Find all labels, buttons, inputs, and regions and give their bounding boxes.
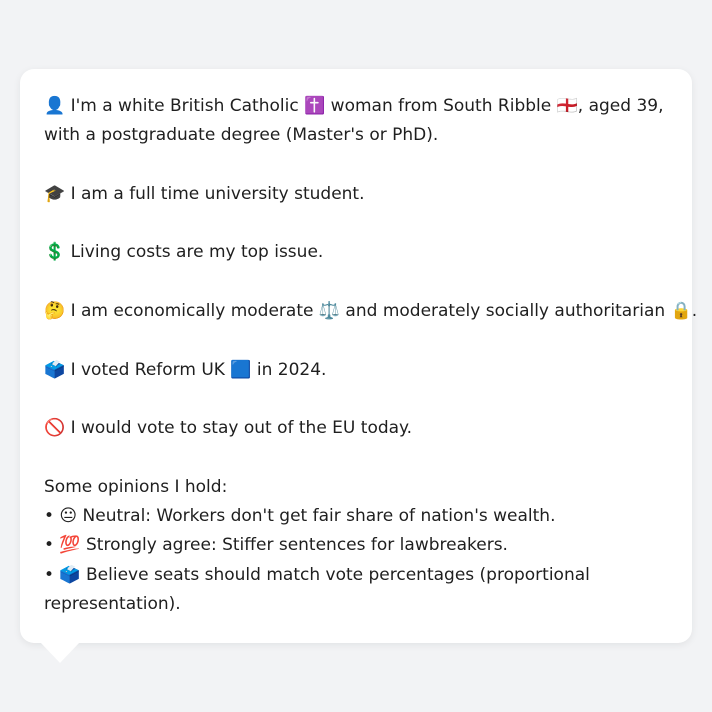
opinions-heading: Some opinions I hold: [44,476,228,497]
opinion-item: • 🗳️ Believe seats should match vote per… [44,564,590,615]
message-bubble: 👤 I'm a white British Catholic ✝️ woman … [20,69,698,643]
eu-text: 🚫 I would vote to stay out of the EU tod… [44,418,413,439]
ideology-text: 🤔 I am economically moderate ⚖️ and mode… [44,301,698,322]
top-issue-text: 💲 Living costs are my top issue. [44,242,324,263]
opinion-item: • 😐 Neutral: Workers don't get fair shar… [44,506,556,527]
vote-2024-text: 🗳️ I voted Reform UK 🟦 in 2024. [44,359,327,380]
opinion-item: • 💯 Strongly agree: Stiffer sentences fo… [44,535,508,556]
bubble-tail [40,642,80,663]
occupation-text: 🎓 I am a full time university student. [44,183,365,204]
identity-text: 👤 I'm a white British Catholic ✝️ woman … [44,96,664,146]
